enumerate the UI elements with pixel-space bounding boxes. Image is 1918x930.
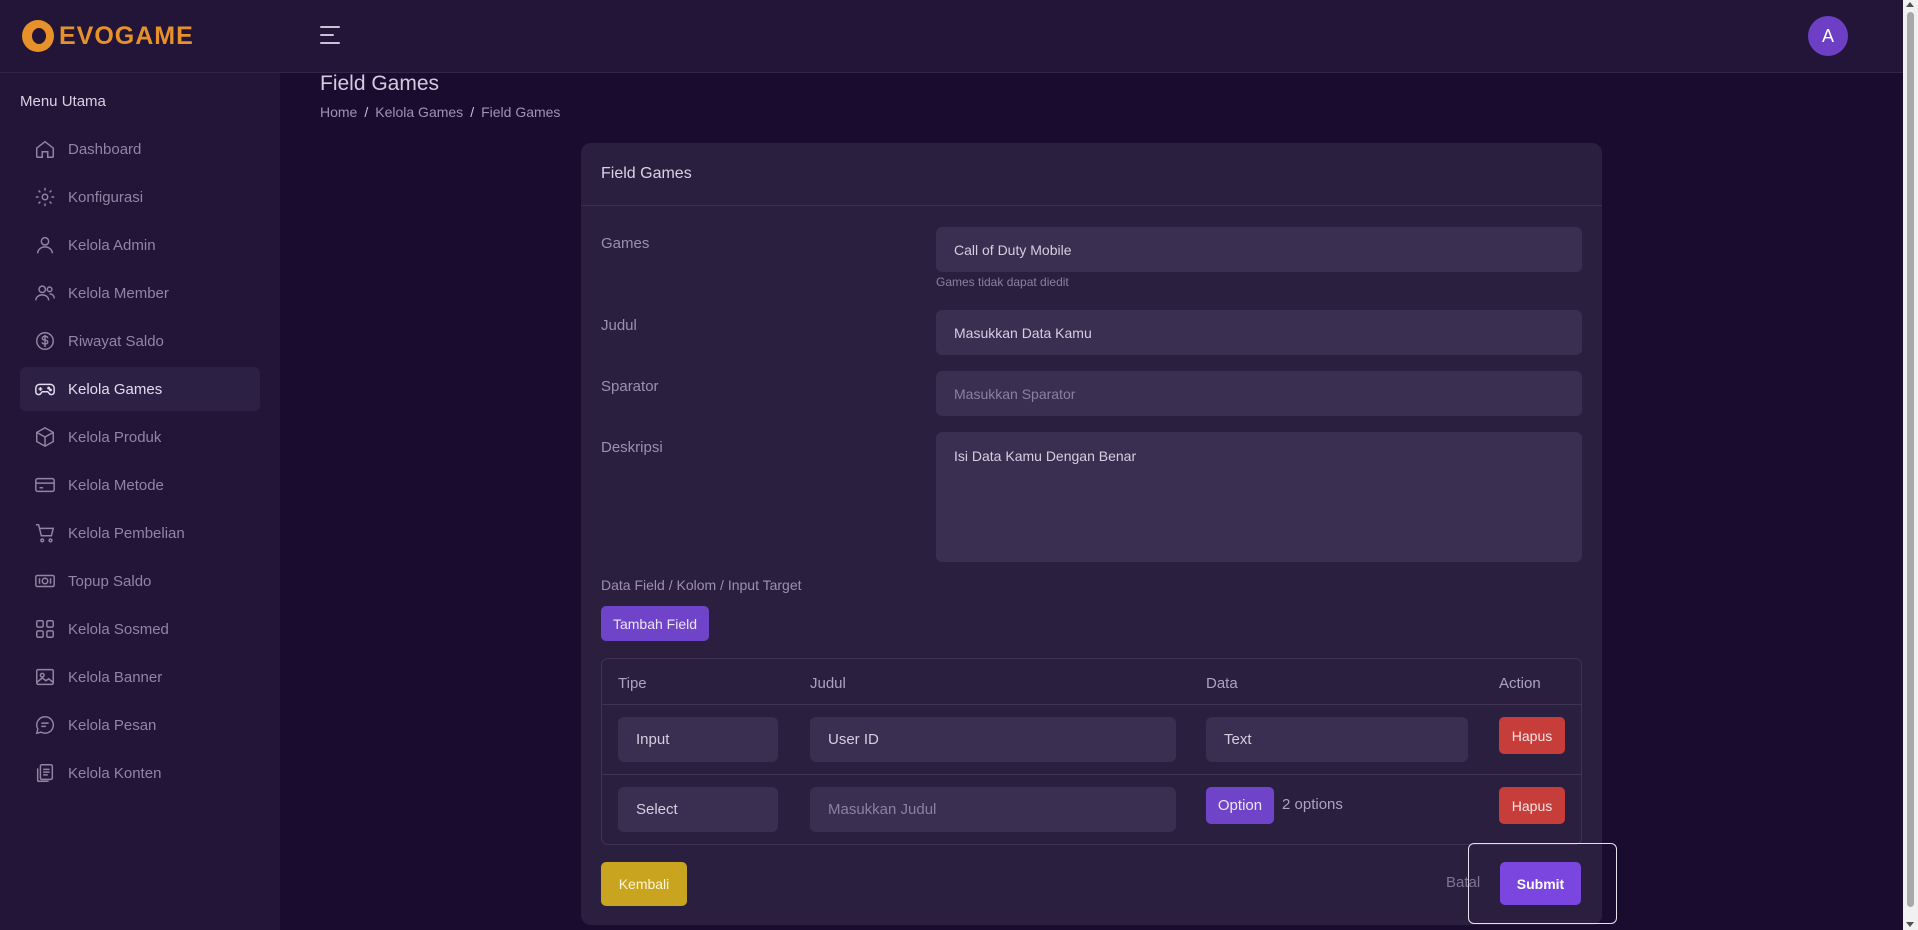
sidebar-item-riwayat-saldo[interactable]: Riwayat Saldo: [20, 319, 260, 363]
breadcrumb-current: Field Games: [481, 104, 561, 120]
user-icon: [36, 236, 54, 254]
sidebar-item-label: Kelola Admin: [68, 236, 156, 254]
credit-card-icon: [35, 477, 55, 493]
top-bar: EVOGAME A: [0, 0, 1903, 73]
avatar[interactable]: A: [1808, 16, 1848, 56]
sidebar-item-dashboard[interactable]: Dashboard: [20, 127, 260, 171]
sidebar-item-kelola-konten[interactable]: Kelola Konten: [20, 751, 260, 795]
card-title: Field Games: [581, 143, 1602, 206]
sidebar-item-kelola-sosmed[interactable]: Kelola Sosmed: [20, 607, 260, 651]
sidebar-item-label: Riwayat Saldo: [68, 332, 164, 350]
data-select[interactable]: Text: [1206, 717, 1468, 762]
sidebar-item-label: Kelola Member: [68, 284, 169, 302]
sidebar-item-kelola-admin[interactable]: Kelola Admin: [20, 223, 260, 267]
option-button[interactable]: Option: [1206, 787, 1274, 824]
column-header-data: Data: [1206, 675, 1238, 692]
sidebar-item-label: Konfigurasi: [68, 188, 144, 206]
tambah-field-button[interactable]: Tambah Field: [601, 606, 709, 641]
page-title: Field Games: [320, 72, 440, 95]
tipe-select[interactable]: Select: [618, 787, 778, 832]
judul-field-input[interactable]: User ID: [810, 717, 1176, 762]
judul-field-input[interactable]: Masukkan Judul: [810, 787, 1176, 832]
hapus-button[interactable]: Hapus: [1499, 717, 1565, 754]
games-label: Games: [601, 235, 650, 252]
header-divider: [602, 704, 1581, 705]
deskripsi-label: Deskripsi: [601, 439, 663, 456]
games-hint: Games tidak dapat diedit: [936, 275, 1069, 289]
option-count: 2 options: [1282, 796, 1343, 813]
sidebar-item-kelola-member[interactable]: Kelola Member: [20, 271, 260, 315]
sidebar-item-label: Topup Saldo: [68, 572, 152, 590]
sidebar-item-label: Kelola Produk: [68, 428, 162, 446]
documents-icon: [36, 764, 54, 782]
hapus-button[interactable]: Hapus: [1499, 787, 1565, 824]
sidebar-title: Menu Utama: [20, 93, 106, 110]
sidebar-item-label: Kelola Pesan: [68, 716, 157, 734]
sidebar: Menu Utama Dashboard Konfigurasi Kelola …: [0, 73, 280, 930]
sidebar-item-konfigurasi[interactable]: Konfigurasi: [20, 175, 260, 219]
box-icon: [36, 426, 54, 448]
users-icon: [35, 285, 55, 301]
sidebar-item-kelola-pembelian[interactable]: Kelola Pembelian: [20, 511, 260, 555]
page-scrollbar[interactable]: [1903, 0, 1918, 930]
gear-icon: [35, 187, 55, 207]
sidebar-item-kelola-banner[interactable]: Kelola Banner: [20, 655, 260, 699]
sidebar-item-kelola-games[interactable]: Kelola Games: [20, 367, 260, 411]
sidebar-item-label: Kelola Banner: [68, 668, 163, 686]
field-table: Tipe Judul Data Action Input User ID Tex…: [601, 658, 1582, 845]
brand-logo[interactable]: EVOGAME: [22, 20, 194, 52]
home-icon: [36, 140, 54, 158]
sidebar-item-label: Kelola Konten: [68, 764, 162, 782]
judul-label: Judul: [601, 317, 637, 334]
sidebar-item-kelola-produk[interactable]: Kelola Produk: [20, 415, 260, 459]
sparator-label: Sparator: [601, 378, 659, 395]
deskripsi-textarea[interactable]: Isi Data Kamu Dengan Benar: [936, 432, 1582, 562]
column-header-judul: Judul: [810, 675, 846, 692]
sidebar-item-topup-saldo[interactable]: Topup Saldo: [20, 559, 260, 603]
grid-icon: [36, 620, 54, 638]
hamburger-menu-icon[interactable]: [320, 26, 340, 44]
kembali-button[interactable]: Kembali: [601, 862, 687, 906]
sidebar-item-kelola-metode[interactable]: Kelola Metode: [20, 463, 260, 507]
breadcrumb-separator: /: [364, 104, 369, 120]
sidebar-item-label: Kelola Pembelian: [68, 524, 185, 542]
scroll-up-icon[interactable]: [1906, 2, 1914, 7]
brand-name: EVOGAME: [59, 21, 194, 50]
data-field-label: Data Field / Kolom / Input Target: [601, 577, 802, 593]
scroll-down-icon[interactable]: [1906, 922, 1914, 927]
sidebar-item-kelola-pesan[interactable]: Kelola Pesan: [20, 703, 260, 747]
tipe-select[interactable]: Input: [618, 717, 778, 762]
gamepad-icon: [35, 383, 55, 396]
money-icon: [35, 574, 55, 588]
chat-icon: [35, 716, 55, 735]
column-header-tipe: Tipe: [618, 675, 647, 692]
image-icon: [36, 668, 54, 686]
evogame-logo-icon: [22, 20, 54, 52]
submit-focus-ring: Submit: [1468, 843, 1617, 924]
sidebar-item-label: Dashboard: [68, 140, 142, 158]
sidebar-item-label: Kelola Sosmed: [68, 620, 169, 638]
breadcrumb: Home / Kelola Games / Field Games: [320, 104, 560, 120]
judul-input[interactable]: Masukkan Data Kamu: [936, 310, 1582, 355]
games-field: Call of Duty Mobile: [936, 227, 1582, 272]
scrollbar-thumb[interactable]: [1907, 12, 1914, 907]
cart-icon: [35, 524, 55, 543]
sparator-input[interactable]: Masukkan Sparator: [936, 371, 1582, 416]
breadcrumb-separator: /: [470, 104, 475, 120]
submit-button[interactable]: Submit: [1500, 862, 1581, 905]
dollar-icon: [36, 332, 54, 350]
row-divider: [602, 774, 1581, 775]
breadcrumb-home[interactable]: Home: [320, 104, 357, 120]
sidebar-item-label: Kelola Games: [68, 380, 163, 398]
field-games-card: Field Games Games Call of Duty Mobile Ga…: [581, 143, 1602, 925]
column-header-action: Action: [1499, 675, 1541, 692]
breadcrumb-kelola-games[interactable]: Kelola Games: [375, 104, 463, 120]
sidebar-item-label: Kelola Metode: [68, 476, 164, 494]
